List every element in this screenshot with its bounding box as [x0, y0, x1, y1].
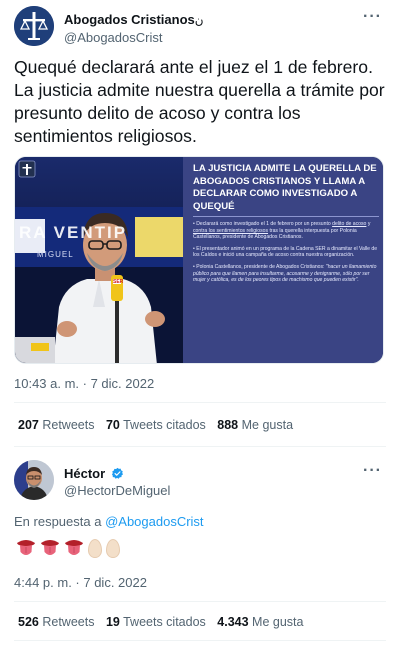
presenter-photo: RA VENTIP MIGUEL SER [15, 157, 183, 363]
bullet2-text: El presentador animó en un programa de l… [193, 245, 378, 259]
cross-scales-logo-icon [14, 6, 54, 46]
media-divider [193, 216, 379, 217]
more-options-icon[interactable]: ··· [363, 462, 382, 480]
reply-timestamp[interactable]: 4:44 p. m. · 7 dic. 2022 [14, 575, 147, 590]
reply-retweets-label: Retweets [42, 615, 95, 629]
divider [14, 402, 386, 403]
author-name[interactable]: Abogados Cristianosن [64, 12, 204, 27]
reply-quote-tweets-stat[interactable]: 19 Tweets citados [106, 615, 206, 629]
reply-likes-label: Me gusta [252, 615, 304, 629]
reply-author-handle[interactable]: @HectorDeMiguel [64, 483, 170, 498]
divider [14, 601, 386, 602]
divider [14, 640, 386, 641]
presenter-illustration-icon [15, 160, 183, 363]
reply-emoji-text [16, 538, 120, 560]
tongue-emoji-icon [17, 540, 35, 555]
retweets-count: 207 [18, 418, 39, 432]
tweet-text: Quequé declarará ante el juez el 1 de fe… [14, 57, 385, 146]
author-handle[interactable]: @AbogadosCrist [64, 30, 162, 45]
media-bullet-2: • El presentador animó en un programa de… [193, 245, 378, 259]
quote-tweets-stat[interactable]: 70 Tweets citados [106, 418, 206, 432]
reply-retweets-stat[interactable]: 526 Retweets [18, 615, 94, 629]
retweets-stat[interactable]: 207 Retweets [18, 418, 94, 432]
tongue-emoji-icon [41, 540, 59, 555]
tweet-main: Abogados Cristianosن @AbogadosCrist ··· … [0, 0, 400, 450]
avatar-hector[interactable] [14, 460, 54, 500]
likes-stat[interactable]: 888 Me gusta [217, 418, 293, 432]
author-name-suffix: ن [194, 13, 204, 27]
reply-prefix: En respuesta a [14, 514, 102, 529]
quotes-label: Tweets citados [123, 418, 206, 432]
media-headline: La justicia admite la querella de Abogad… [193, 163, 377, 212]
likes-label: Me gusta [241, 418, 294, 432]
reply-quotes-label: Tweets citados [123, 615, 206, 629]
reply-likes-stat[interactable]: 4.343 Me gusta [217, 615, 303, 629]
studio-set-name: MIGUEL [37, 250, 74, 259]
reply-context: En respuesta a @AbogadosCrist [14, 514, 204, 529]
quotes-count: 70 [105, 418, 120, 432]
verified-badge-icon [111, 467, 123, 479]
more-options-icon[interactable]: ··· [363, 8, 382, 26]
bullet1-text-a: Declarará como investigado el 1 de febre… [196, 221, 331, 227]
reply-author-name-text: Héctor [64, 466, 106, 481]
reply-quotes-count: 19 [105, 615, 120, 629]
avatar-abogados-cristianos[interactable] [14, 6, 54, 46]
mic-flag-label: SER [113, 279, 124, 285]
reply-author-name[interactable]: Héctor [64, 466, 124, 481]
divider [14, 446, 386, 447]
media-text-panel: La justicia admite la querella de Abogad… [183, 157, 383, 363]
reply-retweets-count: 526 [18, 615, 39, 629]
bullet1-text-mid: y [367, 221, 371, 227]
retweets-label: Retweets [42, 418, 95, 432]
likes-count: 888 [217, 418, 239, 432]
tweet-media-image[interactable]: RA VENTIP MIGUEL SER La justicia admite … [14, 156, 384, 364]
studio-set-text: RA VENTIP [19, 223, 128, 242]
hector-profile-photo-icon [14, 460, 54, 500]
author-name-text: Abogados Cristianos [64, 12, 195, 27]
reply-engagement-stats: 526 Retweets 19 Tweets citados 4.343 Me … [18, 615, 311, 629]
egg-emoji-icon [88, 539, 102, 558]
media-bullet-1: • Declarará como investigado el 1 de feb… [193, 221, 371, 241]
bullet3-text-a: Polonia Castellanos, presidente de Aboga… [196, 263, 325, 270]
engagement-stats: 207 Retweets 70 Tweets citados 888 Me gu… [18, 418, 301, 432]
media-bullet-3: • Polonia Castellanos, presidente de Abo… [193, 263, 377, 284]
reply-to-handle-link[interactable]: @AbogadosCrist [105, 514, 203, 529]
bullet1-link-acoso: delito de acoso [332, 221, 367, 227]
reply-likes-count: 4.343 [217, 615, 249, 629]
egg-emoji-icon [106, 539, 120, 558]
tweet-timestamp[interactable]: 10:43 a. m. · 7 dic. 2022 [14, 376, 154, 391]
bullet1-link-sentimientos: contra los sentimientos religiosos [193, 227, 269, 234]
media-bullets: • Declarará como investigado el 1 de feb… [193, 221, 381, 289]
tongue-emoji-icon [65, 540, 83, 555]
